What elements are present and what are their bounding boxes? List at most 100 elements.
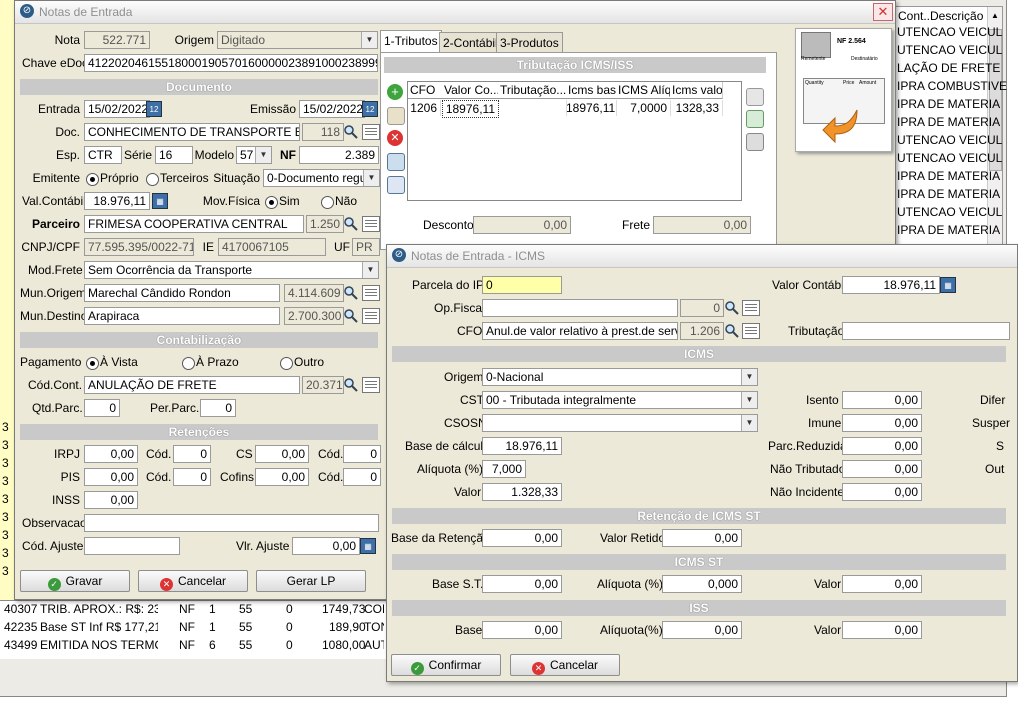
cell-icms-valor[interactable]: 1328,33	[670, 100, 723, 116]
chevron-down-icon[interactable]: ▼	[255, 147, 271, 163]
main-titlebar[interactable]: ⊘ Notas de Entrada ✕	[15, 1, 895, 24]
inss-field[interactable]: 0,00	[84, 491, 138, 509]
chevron-down-icon[interactable]: ▼	[741, 369, 757, 385]
basest-field[interactable]: 0,00	[482, 575, 562, 593]
modfrete-field[interactable]: Sem Ocorrência da Transporte ▼	[84, 261, 379, 279]
irpj-field[interactable]: 0,00	[84, 445, 138, 463]
right-list[interactable]: Cont..Descrição ▲ UTENCAO VEICUL UTENCAO…	[893, 6, 1007, 248]
search-icon[interactable]	[724, 323, 740, 339]
nf-field[interactable]: 2.389	[299, 146, 379, 164]
opfiscal-field[interactable]	[482, 299, 678, 317]
imune-field[interactable]: 0,00	[842, 414, 922, 432]
cancelar-dialog-button[interactable]: ✕ Cancelar	[510, 654, 620, 676]
list-icon[interactable]	[362, 216, 380, 232]
search-icon[interactable]	[746, 88, 764, 106]
list-icon[interactable]	[742, 300, 760, 316]
origem-field[interactable]: 0-Nacional ▼	[482, 368, 758, 386]
ie-field[interactable]: 4170067105	[218, 238, 326, 256]
munorigem-field[interactable]: Marechal Cândido Rondon	[84, 284, 280, 302]
icms-titlebar[interactable]: ⊘ Notas de Entrada - ICMS	[387, 245, 1017, 268]
confirmar-button[interactable]: ✓ Confirmar	[391, 654, 501, 676]
desconto-field[interactable]: 0,00	[473, 216, 571, 234]
table-row[interactable]: 40307 TRIB. APROX.: R$: 235 NF 1 55 0 17…	[4, 602, 384, 619]
frete-field[interactable]: 0,00	[653, 216, 751, 234]
mundestino-field[interactable]: Arapiraca	[84, 307, 280, 325]
calendar-icon[interactable]: 12	[146, 101, 162, 117]
modelo-field[interactable]: 57 ▼	[236, 146, 272, 164]
cofins-field[interactable]: 0,00	[255, 468, 309, 486]
cod2-field[interactable]: 0	[343, 445, 381, 463]
search-icon[interactable]	[343, 377, 359, 393]
parceiro-code-field[interactable]: 1.250	[306, 215, 344, 233]
origem-field[interactable]: Digitado ▼	[217, 31, 378, 49]
tab-contabil[interactable]: 2-Contábil	[439, 32, 502, 53]
pag-outro-radio[interactable]	[280, 357, 293, 370]
search-icon[interactable]	[343, 124, 359, 140]
col-valor[interactable]: Valor Co...	[442, 82, 499, 99]
col-tributacao[interactable]: Tributação...	[498, 82, 567, 99]
col-icms-base[interactable]: Icms base	[566, 82, 617, 99]
calculator-icon[interactable]: ▦	[940, 277, 956, 293]
chevron-down-icon[interactable]: ▼	[741, 392, 757, 408]
perparc-field[interactable]: 0	[200, 399, 236, 417]
baseiss-field[interactable]: 0,00	[482, 621, 562, 639]
entrada-field[interactable]: 15/02/2022	[84, 100, 150, 118]
col-cfo[interactable]: CFO	[408, 82, 443, 99]
valcontabil-field[interactable]: 18.976,11	[842, 276, 940, 294]
pag-vista-radio[interactable]	[86, 357, 99, 370]
tab-tributos[interactable]: 1-Tributos	[380, 30, 442, 53]
aliqst-field[interactable]: 0,000	[662, 575, 742, 593]
chevron-down-icon[interactable]: ▼	[361, 32, 377, 48]
gerarlp-button[interactable]: Gerar LP	[256, 570, 366, 592]
chevron-down-icon[interactable]: ▼	[741, 415, 757, 431]
parcred-field[interactable]: 0,00	[842, 437, 922, 455]
serie-field[interactable]: 16	[155, 146, 193, 164]
codajuste-field[interactable]	[84, 537, 180, 555]
right-list-header[interactable]: Cont..Descrição	[898, 9, 983, 23]
uf-field[interactable]: PR	[352, 238, 380, 256]
doc-field[interactable]: CONHECIMENTO DE TRANSPORTE ELETRON	[84, 123, 300, 141]
nota-field[interactable]: 522.771	[84, 31, 150, 49]
parcela-field[interactable]: 0	[482, 276, 562, 294]
close-icon[interactable]: ✕	[873, 3, 893, 21]
valret-field[interactable]: 0,00	[662, 529, 742, 547]
situacao-field[interactable]: 0-Documento regula ▼	[263, 169, 380, 187]
list-icon[interactable]	[362, 285, 380, 301]
calendar-icon[interactable]: 12	[362, 101, 378, 117]
table-row[interactable]: 42235 Base ST Inf R$ 177,21, NF 1 55 0 1…	[4, 620, 384, 637]
cancelar-button[interactable]: ✕ Cancelar	[138, 570, 248, 592]
aliq-field[interactable]: 7,000	[482, 460, 526, 478]
mov-sim-radio[interactable]	[265, 196, 278, 209]
qtdparc-field[interactable]: 0	[84, 399, 120, 417]
parceiro-field[interactable]: FRIMESA COOPERATIVA CENTRAL	[84, 215, 304, 233]
col-icms-valor[interactable]: Icms valor	[670, 82, 723, 99]
mundestino-code-field[interactable]: 2.700.300	[284, 307, 344, 325]
search-icon[interactable]	[343, 285, 359, 301]
cod3-field[interactable]: 0	[173, 468, 211, 486]
list-icon[interactable]	[362, 124, 380, 140]
valiss-field[interactable]: 0,00	[842, 621, 922, 639]
emitente-terceiros-radio[interactable]	[146, 173, 159, 186]
cnpj-field[interactable]: 77.595.395/0022-71	[84, 238, 194, 256]
valcontabil-field[interactable]: 18.976,11	[84, 192, 150, 210]
table-icon[interactable]	[387, 153, 405, 171]
search-icon[interactable]	[343, 308, 359, 324]
emitente-proprio-radio[interactable]	[86, 173, 99, 186]
baseret-field[interactable]: 0,00	[482, 529, 562, 547]
chave-field[interactable]: 4122020461551800019057016000002389100023…	[84, 54, 378, 72]
pis-field[interactable]: 0,00	[84, 468, 138, 486]
cell-icms-base[interactable]: 18976,11	[566, 100, 617, 116]
cell-valor[interactable]: 18976,11	[442, 100, 499, 118]
list-icon[interactable]	[742, 323, 760, 339]
cst-field[interactable]: 00 - Tributada integralmente ▼	[482, 391, 758, 409]
csosn-field[interactable]: ▼	[482, 414, 758, 432]
gravar-button[interactable]: ✓ Gravar	[20, 570, 130, 592]
cfo-field[interactable]: Anul.de valor relativo à prest.de serv.d…	[482, 322, 678, 340]
cell-icms-aliq[interactable]: 7,0000	[616, 100, 671, 116]
col-icms-aliq[interactable]: ICMS Alíq.	[616, 82, 671, 99]
base-field[interactable]: 18.976,11	[482, 437, 562, 455]
naoinc-field[interactable]: 0,00	[842, 483, 922, 501]
emissao-field[interactable]: 15/02/2022	[299, 100, 365, 118]
cell-tributacao[interactable]	[498, 100, 567, 116]
list-icon[interactable]	[362, 377, 380, 393]
